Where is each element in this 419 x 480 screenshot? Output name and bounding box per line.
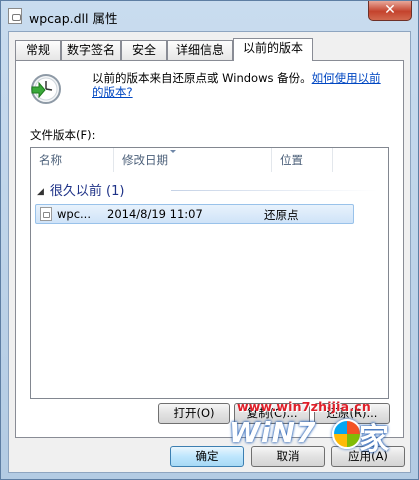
previous-versions-panel: 以前的版本来自还原点或 Windows 备份。如何使用以前的版本? 文件版本(F…: [15, 60, 404, 438]
file-versions-list[interactable]: 名称 修改日期 位置 ◢ 很久以前 (1) wpc... 2014/8/19 11…: [30, 147, 389, 399]
item-name: wpc...: [57, 207, 91, 221]
file-versions-label: 文件版本(F):: [30, 128, 96, 142]
list-item[interactable]: wpc... 2014/8/19 11:07 还原点: [35, 204, 354, 224]
properties-window: wpcap.dll 属性 ✕ 常规 数字签名 安全 详细信息 以前的版本 以前的…: [0, 0, 419, 480]
intro-description: 以前的版本来自还原点或 Windows 备份。: [92, 71, 312, 85]
tab-digital-signatures[interactable]: 数字签名: [61, 40, 121, 60]
open-button[interactable]: 打开(O): [158, 403, 230, 424]
title-bar[interactable]: wpcap.dll 属性 ✕: [1, 1, 418, 31]
windows-flag-icon: [332, 419, 362, 449]
column-header-name[interactable]: 名称: [31, 148, 113, 172]
column-divider[interactable]: [332, 148, 333, 172]
watermark-url: www.win7zhijia.cn: [237, 399, 371, 414]
item-location: 还原点: [264, 208, 299, 222]
close-button[interactable]: ✕: [368, 1, 412, 21]
watermark-logo: WiN7: [229, 416, 317, 449]
close-icon: ✕: [384, 2, 396, 18]
restore-clock-icon: [31, 74, 61, 104]
intro-text: 以前的版本来自还原点或 Windows 备份。如何使用以前的版本?: [92, 71, 388, 99]
file-icon: [40, 207, 52, 221]
tab-previous-versions[interactable]: 以前的版本: [233, 38, 313, 61]
group-label: 很久以前 (1): [49, 184, 125, 199]
window-title: wpcap.dll 属性: [29, 11, 118, 26]
group-divider: [171, 190, 377, 191]
column-header-location[interactable]: 位置: [272, 148, 332, 172]
item-date: 2014/8/19 11:07: [107, 207, 203, 221]
cancel-button[interactable]: 取消: [251, 446, 325, 467]
tab-general[interactable]: 常规: [15, 40, 61, 60]
sort-arrow-icon: [170, 150, 176, 153]
tab-details[interactable]: 详细信息: [167, 40, 233, 60]
tab-security[interactable]: 安全: [121, 40, 167, 60]
dll-file-icon: [8, 8, 22, 24]
column-header-date[interactable]: 修改日期: [114, 148, 271, 172]
group-header[interactable]: ◢ 很久以前 (1): [37, 180, 124, 199]
collapse-triangle-icon[interactable]: ◢: [37, 187, 44, 197]
ok-button[interactable]: 确定: [170, 446, 244, 467]
watermark-suffix: 家: [359, 422, 389, 457]
